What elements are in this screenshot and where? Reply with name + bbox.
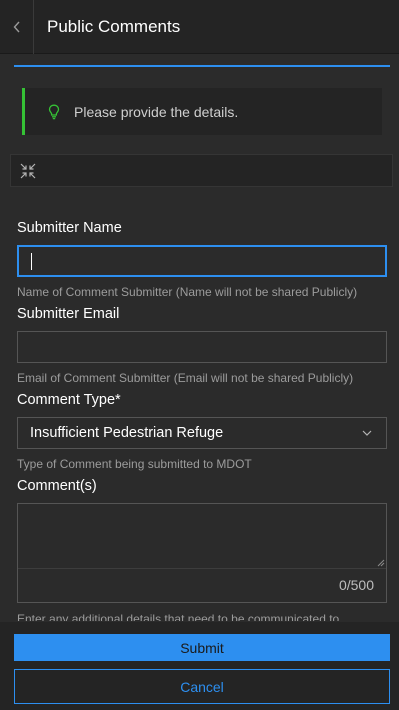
text-caret: [31, 253, 32, 270]
resize-grip-icon[interactable]: [377, 559, 385, 567]
notice-text: Please provide the details.: [74, 103, 239, 120]
chevron-down-icon: [362, 430, 372, 436]
back-button[interactable]: [0, 0, 34, 54]
comments-hint-text: Enter any additional details that need t…: [17, 612, 340, 621]
submitter-email-hint: Email of Comment Submitter (Email will n…: [17, 371, 354, 385]
submitter-name-hint: Name of Comment Submitter (Name will not…: [17, 285, 358, 299]
comment-type-label: Comment Type*: [17, 392, 121, 408]
form-footer: Submit Cancel: [0, 622, 399, 710]
submitter-name-input[interactable]: [17, 245, 387, 277]
collapse-icon[interactable]: [19, 162, 37, 180]
submitter-name-label: Submitter Name: [17, 220, 122, 236]
submitter-email-input[interactable]: [17, 331, 387, 363]
page-title: Public Comments: [47, 16, 181, 36]
info-notice: Please provide the details.: [22, 88, 382, 135]
comment-type-hint: Type of Comment being submitted to MDOT: [17, 457, 252, 471]
comment-type-value: Insufficient Pedestrian Refuge: [30, 425, 224, 441]
comments-label: Comment(s): [17, 478, 97, 494]
comment-type-select[interactable]: Insufficient Pedestrian Refuge: [17, 417, 387, 449]
form-toolbar: [10, 154, 393, 187]
chevron-left-icon: [13, 21, 20, 32]
app-header: Public Comments: [0, 0, 399, 54]
lightbulb-icon: [42, 104, 66, 120]
submit-button[interactable]: Submit: [14, 634, 390, 661]
progress-indicator: [14, 65, 390, 67]
comments-input-area[interactable]: [18, 504, 386, 569]
character-counter: 0/500: [338, 577, 374, 593]
comments-textarea[interactable]: 0/500: [17, 503, 387, 603]
comments-hint: Enter any additional details that need t…: [17, 612, 387, 621]
cancel-button[interactable]: Cancel: [14, 669, 390, 704]
submitter-email-label: Submitter Email: [17, 306, 120, 322]
